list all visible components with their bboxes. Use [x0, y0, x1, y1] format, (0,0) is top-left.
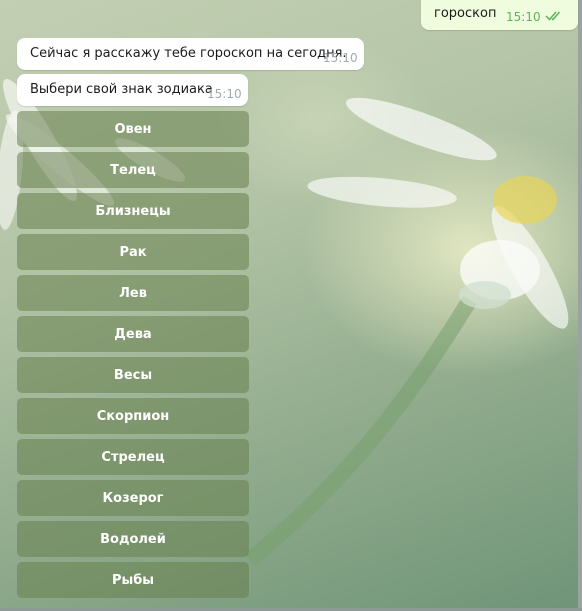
incoming-message-text: Выбери свой знак зодиака	[30, 82, 213, 97]
zodiac-button-gemini[interactable]: Близнецы	[17, 193, 249, 229]
zodiac-button-leo[interactable]: Лев	[17, 275, 249, 311]
incoming-message[interactable]: Сейчас я расскажу тебе гороскоп на сегод…	[17, 38, 364, 70]
zodiac-button-pisces[interactable]: Рыбы	[17, 562, 249, 598]
outgoing-message[interactable]: гороскоп 15:10	[421, 0, 578, 30]
incoming-message-text: Сейчас я расскажу тебе гороскоп на сегод…	[30, 46, 347, 61]
outgoing-message-text: гороскоп	[434, 6, 497, 21]
zodiac-button-scorpio[interactable]: Скорпион	[17, 398, 249, 434]
incoming-message-time: 15:10	[323, 51, 358, 65]
zodiac-button-aquarius[interactable]: Водолей	[17, 521, 249, 557]
zodiac-button-cancer[interactable]: Рак	[17, 234, 249, 270]
zodiac-button-capricorn[interactable]: Козерог	[17, 480, 249, 516]
incoming-message-time: 15:10	[207, 87, 242, 101]
incoming-message[interactable]: Выбери свой знак зодиака 15:10	[17, 74, 248, 106]
double-check-icon	[545, 11, 561, 21]
zodiac-button-taurus[interactable]: Телец	[17, 152, 249, 188]
zodiac-button-aries[interactable]: Овен	[17, 111, 249, 147]
zodiac-button-libra[interactable]: Весы	[17, 357, 249, 393]
window-border-right	[578, 0, 582, 611]
outgoing-message-time: 15:10	[506, 10, 541, 24]
zodiac-button-virgo[interactable]: Дева	[17, 316, 249, 352]
zodiac-button-sagittarius[interactable]: Стрелец	[17, 439, 249, 475]
